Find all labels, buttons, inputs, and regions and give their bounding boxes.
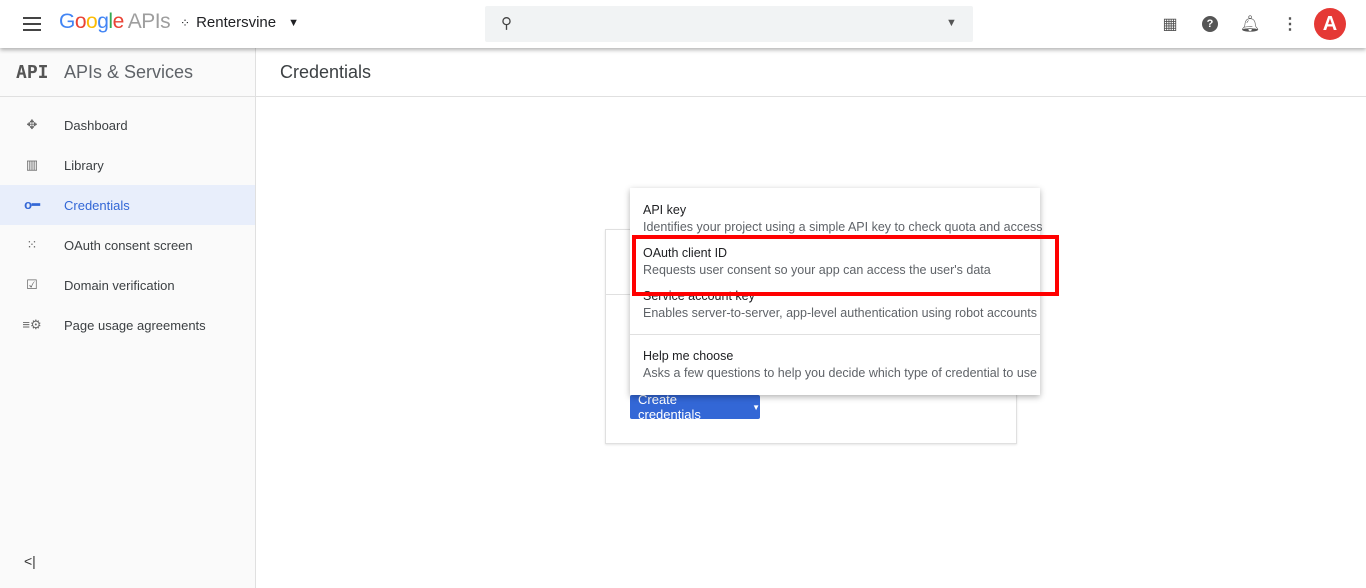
sidebar-item-credentials[interactable]: o━ Credentials [0,185,255,225]
consent-icon: ⁙ [26,237,38,252]
google-apis-logo[interactable]: Google APIs [59,10,171,34]
project-icon: ⁘ [180,15,191,30]
gift-icon[interactable]: ▦ [1158,12,1182,36]
search-input[interactable]: ⚲ ▼ [485,6,973,42]
library-icon: ▥ [25,157,39,172]
api-badge-icon: API [16,61,49,83]
highlight-box [632,235,1059,296]
create-credentials-button[interactable]: Create credentials ▼ [630,392,760,422]
sidebar-item-page-usage-agreements[interactable]: ≡⚙ Page usage agreements [0,305,255,345]
sidebar-item-oauth-consent-screen[interactable]: ⁙ OAuth consent screen [0,225,255,265]
key-icon: o━ [24,197,40,212]
search-icon: ⚲ [501,15,512,32]
sidebar-item-domain-verification[interactable]: ☑ Domain verification [0,265,255,305]
more-vert-icon[interactable]: ⋮ [1278,12,1302,36]
chevron-down-icon: ▼ [752,402,760,412]
avatar[interactable]: A [1314,8,1346,40]
checkbox-icon: ☑ [26,277,38,292]
settings-list-icon: ≡⚙ [22,317,42,332]
top-bar: Google APIs ⁘ Rentersvine ▼ ⚲ ▼ ▦ ? 🔔︎ ⋮ … [0,0,1366,48]
dashboard-icon: ✥ [26,117,38,132]
sidebar-item-library[interactable]: ▥ Library [0,145,255,185]
collapse-sidebar-icon[interactable]: <| [24,553,36,569]
notifications-bell-icon[interactable]: 🔔︎ [1238,12,1262,36]
page-title: Credentials [280,62,372,82]
hamburger-menu-icon[interactable] [23,13,41,35]
project-name: Rentersvine [196,14,277,31]
sidebar: API APIs & Services ✥ Dashboard ▥ Library o… [0,48,256,588]
page-header: Credentials [256,48,1366,97]
project-selector[interactable]: ⁘ Rentersvine ▼ [180,14,299,31]
menu-item-api-key[interactable]: API key Identifies your project using a s… [643,203,1043,234]
help-icon[interactable]: ? [1198,12,1222,36]
sidebar-item-dashboard[interactable]: ✥ Dashboard [0,105,255,145]
search-dropdown-icon[interactable]: ▼ [946,17,957,29]
sidebar-title: APIs & Services [64,61,194,82]
menu-item-help-me-choose[interactable]: Help me choose Asks a few questions to he… [643,349,1037,380]
chevron-down-icon: ▼ [288,16,299,29]
